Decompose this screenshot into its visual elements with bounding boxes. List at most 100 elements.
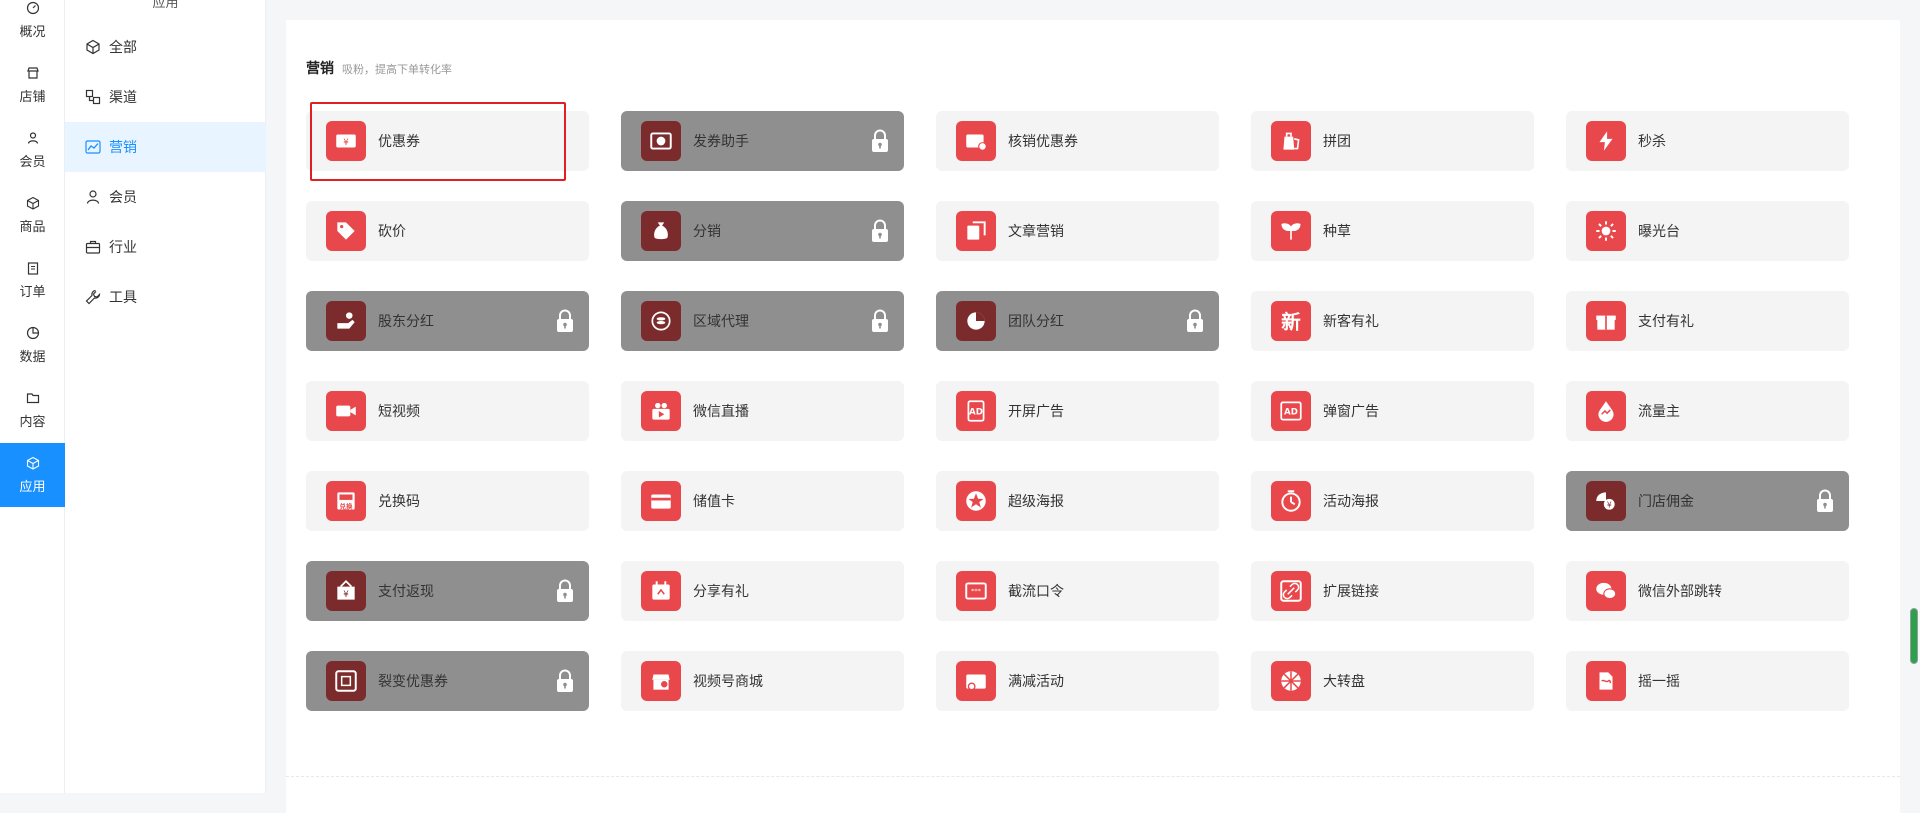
rail-item-label: 商品 [19, 218, 46, 234]
sidebar-item-3[interactable]: 会员 [65, 172, 266, 222]
app-card-label: 满减活动 [1008, 673, 1064, 689]
live-stream-icon [641, 391, 681, 431]
app-card[interactable]: 拼团 [1251, 111, 1534, 171]
app-card[interactable]: 支付有礼 [1566, 291, 1849, 351]
traffic-drop-icon [1586, 391, 1626, 431]
app-card[interactable]: 秒杀 [1566, 111, 1849, 171]
rail-item-label: 内容 [19, 413, 46, 429]
app-card[interactable]: 超级海报 [936, 471, 1219, 531]
sidebar-item-0[interactable]: 全部 [65, 22, 266, 72]
sun-icon [1586, 211, 1626, 251]
rail-item-label: 会员 [19, 153, 46, 169]
rail-item-3[interactable]: 商品 [0, 183, 65, 247]
share-gift-icon [641, 571, 681, 611]
app-card-label: 裂变优惠券 [378, 673, 448, 689]
svg-text:AD: AD [1284, 407, 1298, 417]
app-card[interactable]: 分享有礼 [621, 561, 904, 621]
app-card-label: 区域代理 [693, 313, 749, 329]
app-card[interactable]: ¥ 支付返现 [306, 561, 589, 621]
app-card[interactable]: 裂变优惠券 [306, 651, 589, 711]
price-tag-icon [326, 211, 366, 251]
cube-icon [85, 39, 101, 55]
app-card[interactable]: *** 截流口令 [936, 561, 1219, 621]
rail-item-5[interactable]: 数据 [0, 313, 65, 377]
sidebar-item-4[interactable]: 行业 [65, 222, 266, 272]
app-card[interactable]: 文章营销 [936, 201, 1219, 261]
app-card[interactable]: 视频号商城 [621, 651, 904, 711]
app-card[interactable]: AD 弹窗广告 [1251, 381, 1534, 441]
sidebar-title: 应用 [152, 0, 179, 10]
ticket-icon [641, 121, 681, 161]
password-icon: *** [956, 571, 996, 611]
app-card[interactable]: 满减活动 [936, 651, 1219, 711]
app-card[interactable]: 兑换 兑换码 [306, 471, 589, 531]
app-card-label: 曝光台 [1638, 223, 1680, 239]
lock-icon [1815, 489, 1835, 513]
app-card-label: 秒杀 [1638, 133, 1666, 149]
app-card[interactable]: 大转盘 [1251, 651, 1534, 711]
app-card[interactable]: 分销 [621, 201, 904, 261]
app-card-label: 股东分红 [378, 313, 434, 329]
fission-coupon-icon [326, 661, 366, 701]
sidebar-item-label: 工具 [109, 289, 137, 305]
app-card[interactable]: 团队分红 [936, 291, 1219, 351]
lock-icon [870, 309, 890, 333]
lock-icon [555, 309, 575, 333]
app-card-label: 支付有礼 [1638, 313, 1694, 329]
app-card[interactable]: 活动海报 [1251, 471, 1534, 531]
app-card[interactable]: 曝光台 [1566, 201, 1849, 261]
sidebar-item-2[interactable]: 营销 [65, 122, 266, 172]
lock-icon [1185, 309, 1205, 333]
dividend-icon [326, 301, 366, 341]
rail-item-6[interactable]: 内容 [0, 378, 65, 442]
app-card[interactable]: 新 新客有礼 [1251, 291, 1534, 351]
rail-item-4[interactable]: 订单 [0, 248, 65, 312]
sidebar-item-1[interactable]: 渠道 [65, 72, 266, 122]
app-card[interactable]: ¥ 门店佣金 [1566, 471, 1849, 531]
app-card[interactable]: 区域代理 [621, 291, 904, 351]
verify-coupon-icon [956, 121, 996, 161]
sidebar-item-label: 营销 [109, 139, 137, 155]
commission-icon: ¥ [1586, 481, 1626, 521]
star-poster-icon [956, 481, 996, 521]
app-card[interactable]: 微信外部跳转 [1566, 561, 1849, 621]
app-card-label: 分享有礼 [693, 583, 749, 599]
app-card-label: 储值卡 [693, 493, 735, 509]
scrollbar-thumb[interactable] [1910, 608, 1918, 664]
sprout-icon [1271, 211, 1311, 251]
app-card[interactable]: 摇一摇 [1566, 651, 1849, 711]
app-card[interactable]: AD 开屏广告 [936, 381, 1219, 441]
svg-text:¥: ¥ [1607, 501, 1612, 510]
svg-text:***: *** [971, 587, 982, 595]
rail-item-0[interactable]: 概况 [0, 0, 65, 52]
app-card[interactable]: 种草 [1251, 201, 1534, 261]
app-card[interactable]: 短视频 [306, 381, 589, 441]
app-card[interactable]: 砍价 [306, 201, 589, 261]
section-divider [286, 776, 1900, 777]
app-card-label: 活动海报 [1323, 493, 1379, 509]
rail-item-2[interactable]: 会员 [0, 118, 65, 182]
svg-text:新: 新 [1281, 311, 1301, 334]
app-card-label: 文章营销 [1008, 223, 1064, 239]
app-card-label: 拼团 [1323, 133, 1351, 149]
app-card[interactable]: 扩展链接 [1251, 561, 1534, 621]
stored-card-icon [641, 481, 681, 521]
folder-icon [26, 391, 40, 405]
app-card[interactable]: 核销优惠券 [936, 111, 1219, 171]
app-card[interactable]: 微信直播 [621, 381, 904, 441]
sidebar-item-5[interactable]: 工具 [65, 272, 266, 322]
selection-highlight-box [310, 102, 566, 181]
app-card[interactable]: 股东分红 [306, 291, 589, 351]
rail-item-7[interactable]: 应用 [0, 443, 65, 507]
svg-text:AD: AD [969, 407, 983, 417]
app-card[interactable]: 发券助手 [621, 111, 904, 171]
popup-ad-icon: AD [1271, 391, 1311, 431]
rail-item-1[interactable]: 店铺 [0, 53, 65, 117]
clipboard-icon [26, 261, 40, 275]
app-card[interactable]: 流量主 [1566, 381, 1849, 441]
rail-item-label: 概况 [19, 23, 46, 39]
app-card-label: 流量主 [1638, 403, 1680, 419]
app-card[interactable]: 储值卡 [621, 471, 904, 531]
app-card-label: 摇一摇 [1638, 673, 1680, 689]
secondary-sidebar: 应用 全部 渠道营销会员 行业工具 [65, 0, 266, 793]
